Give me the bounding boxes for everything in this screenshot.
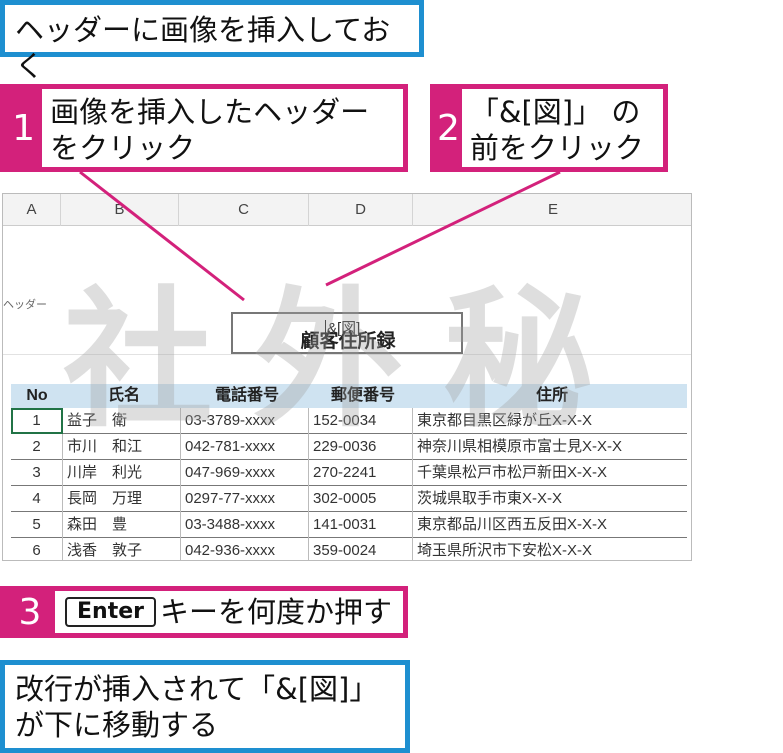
table-cell[interactable]: 森田 豊	[63, 512, 181, 538]
step-2-callout: 2 「&[図]」 の前をクリック	[430, 84, 668, 172]
step-1-callout: 1 画像を挿入したヘッダーをクリック	[0, 84, 408, 172]
table-cell[interactable]: 埼玉県所沢市下安松X-X-X	[413, 538, 687, 560]
table-cell[interactable]: 03-3789-xxxx	[181, 408, 309, 434]
table-cell[interactable]: 市川 和江	[63, 434, 181, 460]
table-header-row: No 氏名 電話番号 郵便番号 住所	[11, 384, 687, 408]
table-row: 2 市川 和江 042-781-xxxx 229-0036 神奈川県相模原市富士…	[11, 434, 687, 460]
table-cell[interactable]: 浅香 敦子	[63, 538, 181, 560]
table-cell[interactable]: 6	[11, 538, 63, 560]
document-title: 顧客住所録	[300, 330, 396, 352]
th-no: No	[26, 387, 48, 404]
table-row: 3 川岸 利光 047-969-xxxx 270-2241 千葉県松戸市松戸新田…	[11, 460, 687, 486]
column-header-a[interactable]: A	[3, 194, 61, 226]
enter-key-icon: Enter	[65, 597, 156, 627]
step-3-text: キーを何度か押す	[159, 594, 392, 629]
table-row: 5 森田 豊 03-3488-xxxx 141-0031 東京都品川区西五反田X…	[11, 512, 687, 538]
table-cell[interactable]: 141-0031	[309, 512, 413, 538]
result-note: 改行が挿入されて「&[図]」が下に移動する	[0, 660, 410, 753]
table-cell[interactable]: 3	[11, 460, 63, 486]
table-cell[interactable]: 03-3488-xxxx	[181, 512, 309, 538]
step-1-number: 1	[5, 89, 43, 167]
table-cell[interactable]: 042-936-xxxx	[181, 538, 309, 560]
step-2-number: 2	[435, 89, 462, 167]
step-2-text: 「&[図]」 の前をクリック	[469, 95, 644, 166]
table-cell[interactable]: 042-781-xxxx	[181, 434, 309, 460]
header-boundary	[3, 354, 691, 355]
table-cell[interactable]: 4	[11, 486, 63, 512]
table-row: 6 浅香 敦子 042-936-xxxx 359-0024 埼玉県所沢市下安松X…	[11, 538, 687, 560]
column-header-b[interactable]: B	[61, 194, 179, 226]
table-row: 1 益子 衛 03-3789-xxxx 152-0034 東京都目黒区緑が丘X-…	[11, 408, 687, 434]
table-cell[interactable]: 東京都目黒区緑が丘X-X-X	[413, 408, 687, 434]
table-cell[interactable]: 長岡 万理	[63, 486, 181, 512]
table-cell[interactable]: 270-2241	[309, 460, 413, 486]
step-1-text: 画像を挿入したヘッダーをクリック	[50, 95, 370, 166]
table-cell[interactable]: 益子 衛	[63, 408, 181, 434]
table-cell[interactable]: 229-0036	[309, 434, 413, 460]
table-cell[interactable]: 1	[11, 408, 63, 434]
th-zip: 郵便番号	[330, 387, 395, 404]
step-3-number: 3	[5, 591, 55, 633]
column-header-d[interactable]: D	[309, 194, 413, 226]
column-header-e[interactable]: E	[413, 194, 691, 226]
th-name: 氏名	[107, 387, 140, 404]
column-headers: A B C D E	[3, 194, 691, 226]
step-3-callout: 3 Enter キーを何度か押す	[0, 586, 408, 638]
table-cell[interactable]: 0297-77-xxxx	[181, 486, 309, 512]
table-cell[interactable]: 302-0005	[309, 486, 413, 512]
step-3-text-wrap: Enter キーを何度か押す	[55, 591, 402, 633]
table-cell[interactable]: 5	[11, 512, 63, 538]
th-tel: 電話番号	[214, 387, 279, 404]
column-header-c[interactable]: C	[179, 194, 309, 226]
table-cell[interactable]: 2	[11, 434, 63, 460]
table-cell[interactable]: 茨城県取手市東X-X-X	[413, 486, 687, 512]
page-title: ヘッダーに画像を挿入しておく	[0, 0, 424, 83]
spreadsheet-view: A B C D E ヘッダー &[図] 顧客住所録 No 氏名 電話番号 郵便番…	[2, 193, 692, 561]
table-cell[interactable]: 047-969-xxxx	[181, 460, 309, 486]
table-cell[interactable]: 東京都品川区西五反田X-X-X	[413, 512, 687, 538]
table-cell[interactable]: 千葉県松戸市松戸新田X-X-X	[413, 460, 687, 486]
table-cell[interactable]: 359-0024	[309, 538, 413, 560]
th-address: 住所	[535, 387, 568, 404]
table-cell[interactable]: 神奈川県相模原市富士見X-X-X	[413, 434, 687, 460]
table-row: 4 長岡 万理 0297-77-xxxx 302-0005 茨城県取手市東X-X…	[11, 486, 687, 512]
table-cell[interactable]: 152-0034	[309, 408, 413, 434]
table-cell[interactable]: 川岸 利光	[63, 460, 181, 486]
header-label: ヘッダー	[3, 298, 47, 311]
